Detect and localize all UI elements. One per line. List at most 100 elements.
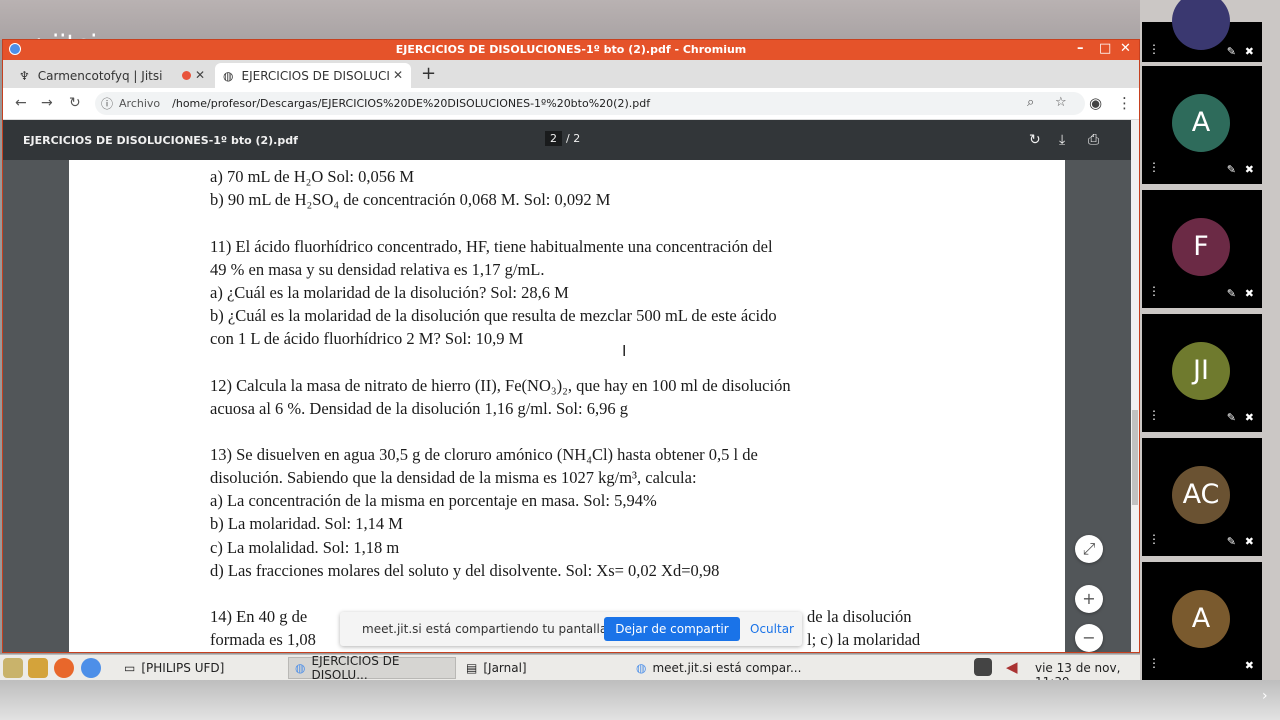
pdf-line: 13) Se disuelven en agua 30,5 g de cloru… <box>210 445 758 464</box>
url-text: /home/profesor/Descargas/EJERCICIOS%20DE… <box>172 97 651 110</box>
avatar: A <box>1172 94 1230 152</box>
pdf-line: a) ¿Cuál es la molaridad de la disolució… <box>210 283 569 302</box>
participant-tile[interactable]: A ⋮ ✖ <box>1142 562 1262 680</box>
pdf-line: c) La molalidad. Sol: 1,18 m <box>210 538 400 557</box>
zoom-in-icon[interactable]: + <box>1075 585 1103 613</box>
text-cursor-icon: I <box>622 342 627 360</box>
close-window-icon[interactable]: ✕ <box>1120 41 1131 56</box>
profile-icon[interactable]: ◉ <box>1089 94 1102 112</box>
stop-sharing-button[interactable]: Dejar de compartir <box>604 617 740 641</box>
hide-notice-button[interactable]: Ocultar <box>750 622 794 636</box>
volume-muted-icon[interactable]: ◀ <box>1006 658 1018 676</box>
mic-muted-icon: ✎ <box>1226 535 1236 548</box>
firefox-icon[interactable] <box>54 658 74 678</box>
camera-off-icon: ✖ <box>1244 287 1254 300</box>
address-bar[interactable]: ⓘ Archivo /home/profesor/Descargas/EJERC… <box>95 92 1085 115</box>
more-options-icon[interactable]: ⋮ <box>1148 160 1160 174</box>
scrollbar-thumb[interactable] <box>1132 410 1138 505</box>
pdf-line: d) Las fracciones molares del soluto y d… <box>210 561 720 580</box>
task-pdf[interactable]: ◍ EJERCICIOS DE DISOLU... <box>288 654 456 682</box>
more-options-icon[interactable]: ⋮ <box>1148 532 1160 546</box>
camera-off-icon: ✖ <box>1244 535 1254 548</box>
chromium-icon: ◍ <box>295 661 306 675</box>
tab-pdf[interactable]: ◍ EJERCICIOS DE DISOLUCI ✕ <box>215 63 411 88</box>
avatar: A <box>1172 590 1230 648</box>
more-options-icon[interactable]: ⋮ <box>1148 284 1160 298</box>
avatar <box>1172 0 1230 50</box>
editor-icon[interactable] <box>28 658 48 678</box>
new-tab-button[interactable]: + <box>421 63 436 84</box>
more-options-icon[interactable]: ⋮ <box>1148 656 1160 670</box>
mic-muted-icon: ✎ <box>1226 287 1236 300</box>
pdf-line: disolución. Sabiendo que la densidad de … <box>210 468 697 487</box>
chevron-right-icon[interactable]: › <box>1262 688 1268 704</box>
rotate-icon[interactable]: ↻ <box>1029 132 1041 148</box>
desktop-background <box>0 0 1280 40</box>
chromium-icon: ◍ <box>636 661 647 675</box>
task-philips-ufd[interactable]: ▭ [PHILIPS UFD] <box>118 657 286 679</box>
bookmark-star-icon[interactable]: ☆ <box>1055 95 1067 110</box>
more-options-icon[interactable]: ⋮ <box>1148 42 1160 56</box>
participant-tile[interactable]: A ⋮ ✎ ✖ <box>1142 66 1262 184</box>
mic-muted-icon: ✎ <box>1226 45 1236 58</box>
share-message: meet.jit.si está compartiendo tu pantall… <box>362 622 611 636</box>
close-tab-icon[interactable]: ✕ <box>393 68 403 82</box>
total-pages: / 2 <box>566 132 581 145</box>
avatar: F <box>1172 218 1230 276</box>
tab-jitsi[interactable]: ♆ Carmencotofyq | Jitsi ✕ <box>11 63 213 88</box>
jitsi-favicon-icon: ♆ <box>19 68 30 83</box>
pdf-viewer: a) 70 mL de H₂O Sol: 0,056 M b) 90 mL de… <box>3 160 1131 652</box>
task-jarnal[interactable]: ▤ [Jarnal] <box>460 657 628 679</box>
camera-off-icon: ✖ <box>1244 659 1254 672</box>
mic-muted-icon: ✎ <box>1226 163 1236 176</box>
pdf-line: 12) Calcula la masa de nitrato de hierro… <box>210 376 791 395</box>
pdf-line: con 1 L de ácido fluorhídrico 2 M? Sol: … <box>210 329 524 348</box>
task-meet-notice[interactable]: ◍ meet.jit.si está compar... <box>630 657 810 679</box>
participant-tile[interactable]: ⋮ ✎ ✖ <box>1142 0 1262 62</box>
globe-icon: ◍ <box>223 68 234 83</box>
download-icon[interactable]: ⤓ <box>1059 132 1065 148</box>
camera-off-icon: ✖ <box>1244 163 1254 176</box>
pdf-filename: EJERCICIOS DE DISOLUCIONES-1º bto (2).pd… <box>23 134 298 147</box>
browser-window: EJERCICIOS DE DISOLUCIONES-1º bto (2).pd… <box>2 39 1140 653</box>
pdf-line: formada es 1,08 <box>210 630 316 649</box>
fit-page-icon[interactable]: ⤢ <box>1075 535 1103 563</box>
back-icon[interactable]: ← <box>15 95 27 111</box>
tab-strip: ♆ Carmencotofyq | Jitsi ✕ ◍ EJERCICIOS D… <box>3 60 1139 88</box>
pdf-line: acuosa al 6 %. Densidad de la disolución… <box>210 399 628 418</box>
screen-share-notice: meet.jit.si está compartiendo tu pantall… <box>340 612 802 646</box>
pdf-line: b) ¿Cuál es la molaridad de la disolució… <box>210 306 777 325</box>
info-icon[interactable]: ⓘ <box>101 95 113 112</box>
forward-icon[interactable]: → <box>41 95 53 111</box>
current-page-input[interactable]: 2 <box>545 131 562 146</box>
title-bar: EJERCICIOS DE DISOLUCIONES-1º bto (2).pd… <box>3 40 1139 60</box>
zoom-out-icon[interactable]: − <box>1075 624 1103 652</box>
maximize-icon[interactable]: □ <box>1099 41 1111 56</box>
chromium-taskbar-icon[interactable] <box>81 658 101 678</box>
pdf-line: 11) El ácido fluorhídrico concentrado, H… <box>210 237 773 256</box>
taskbar: ▭ [PHILIPS UFD] ◍ EJERCICIOS DE DISOLU... … <box>0 654 1140 689</box>
print-icon[interactable]: ⎙ <box>1088 132 1099 148</box>
pdf-toolbar: EJERCICIOS DE DISOLUCIONES-1º bto (2).pd… <box>3 120 1131 160</box>
participant-tile[interactable]: JI ⋮ ✎ ✖ <box>1142 314 1262 432</box>
more-options-icon[interactable]: ⋮ <box>1148 408 1160 422</box>
tab-label: EJERCICIOS DE DISOLUCI <box>241 68 390 83</box>
participant-tile[interactable]: AC ⋮ ✎ ✖ <box>1142 438 1262 556</box>
reload-icon[interactable]: ↻ <box>69 95 81 111</box>
page-indicator: 2 / 2 <box>545 131 581 146</box>
minimize-icon[interactable]: – <box>1077 41 1084 56</box>
recording-indicator-icon <box>182 71 191 80</box>
tray-icon[interactable] <box>974 658 992 676</box>
close-tab-icon[interactable]: ✕ <box>195 68 205 82</box>
participant-tile[interactable]: F ⋮ ✎ ✖ <box>1142 190 1262 308</box>
desktop-bottom <box>0 680 1280 720</box>
window-icon: ▤ <box>466 661 478 675</box>
help-icon[interactable] <box>3 658 23 678</box>
vertical-scrollbar[interactable] <box>1131 120 1139 652</box>
camera-off-icon: ✖ <box>1244 411 1254 424</box>
pdf-line: a) La concentración de la misma en porce… <box>210 491 657 510</box>
window-title: EJERCICIOS DE DISOLUCIONES-1º bto (2).pd… <box>395 43 747 56</box>
zoom-icon[interactable]: ⌕ <box>1027 95 1034 110</box>
pdf-line: 14) En 40 g de <box>210 607 308 626</box>
menu-icon[interactable]: ⋮ <box>1117 94 1132 112</box>
